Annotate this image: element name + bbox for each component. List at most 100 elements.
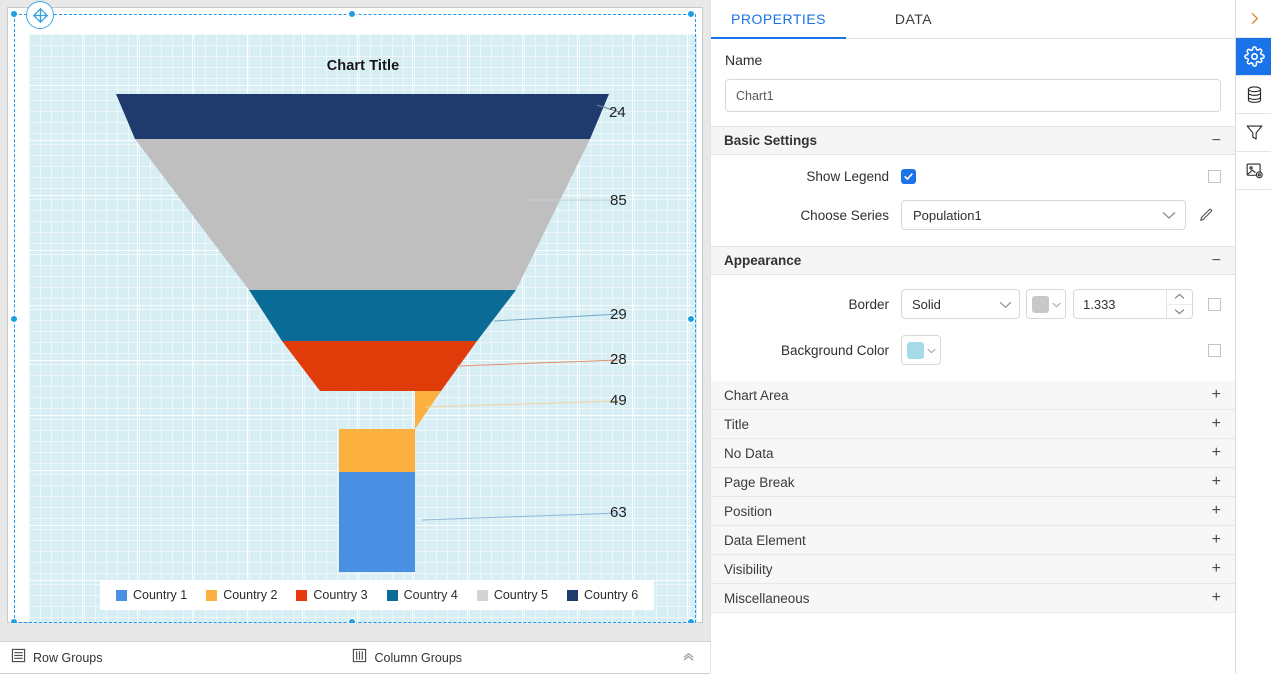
- legend-item[interactable]: Country 5: [476, 588, 549, 602]
- tab-data[interactable]: DATA: [846, 0, 981, 38]
- chart-legend[interactable]: Country 1 Country 2 Country 3 Country 4: [100, 580, 655, 610]
- border-style-value: Solid: [912, 296, 941, 312]
- border-expression-checkbox[interactable]: [1208, 297, 1221, 311]
- properties-panel: PROPERTIES DATA Name Basic Settings − Sh…: [710, 0, 1235, 674]
- legend-swatch-icon: [386, 589, 398, 601]
- expand-toggle-icon[interactable]: +: [1212, 416, 1221, 432]
- stepper-up-icon[interactable]: [1167, 290, 1192, 304]
- section-title: Basic Settings: [724, 133, 818, 148]
- chart-plot-area[interactable]: Chart Title 24 85 29 28 49 63 Country 1 …: [29, 34, 697, 626]
- funnel-segment-1[interactable]: [116, 94, 609, 139]
- move-icon[interactable]: [26, 1, 54, 29]
- funnel-segment-2[interactable]: [135, 139, 590, 290]
- selection-handle-top-right[interactable]: [687, 10, 695, 18]
- background-color-expression-checkbox[interactable]: [1208, 343, 1221, 357]
- legend-label: Country 1: [133, 588, 188, 602]
- tab-properties[interactable]: PROPERTIES: [711, 0, 846, 39]
- border-row: Border Solid: [725, 289, 1221, 319]
- legend-label: Country 6: [584, 588, 639, 602]
- section-title: Appearance: [724, 253, 802, 268]
- database-icon[interactable]: [1236, 76, 1271, 114]
- background-color-picker[interactable]: [901, 335, 941, 365]
- border-color-picker[interactable]: [1026, 289, 1066, 319]
- expand-toggle-icon[interactable]: +: [1212, 532, 1221, 548]
- funnel-segment-5[interactable]: [320, 391, 441, 472]
- groups-bar: Row Groups Column Groups: [0, 641, 710, 674]
- section-data-element[interactable]: Data Element +: [711, 526, 1235, 555]
- legend-swatch-icon: [476, 589, 488, 601]
- report-designer-canvas[interactable]: Chart Title 24 85 29 28 49 63 Country 1 …: [0, 0, 710, 674]
- section-miscellaneous[interactable]: Miscellaneous +: [711, 584, 1235, 613]
- legend-item[interactable]: Country 4: [386, 588, 458, 602]
- border-style-select[interactable]: Solid: [901, 289, 1020, 319]
- background-color-label: Background Color: [780, 342, 889, 358]
- legend-item[interactable]: Country 6: [567, 588, 638, 602]
- selection-handle-top-left[interactable]: [10, 10, 18, 18]
- section-label: Position: [724, 503, 773, 519]
- border-color-swatch: [1031, 295, 1049, 313]
- row-groups-button[interactable]: Row Groups: [11, 648, 102, 668]
- chevron-right-icon[interactable]: [1236, 0, 1271, 38]
- gear-icon[interactable]: [1236, 38, 1271, 76]
- design-surface[interactable]: Chart Title 24 85 29 28 49 63 Country 1 …: [7, 7, 703, 626]
- section-no-data[interactable]: No Data +: [711, 439, 1235, 468]
- collapse-toggle-icon[interactable]: −: [1212, 132, 1221, 149]
- section-label: Chart Area: [724, 387, 789, 403]
- border-width-input[interactable]: [1074, 290, 1166, 318]
- funnel-segment-3[interactable]: [249, 290, 516, 341]
- legend-label: Country 5: [493, 588, 549, 602]
- panel-tabs: PROPERTIES DATA: [711, 0, 1235, 39]
- column-groups-label: Column Groups: [374, 650, 463, 665]
- selection-handle-middle-left[interactable]: [10, 315, 18, 323]
- background-color-row: Background Color: [725, 335, 1221, 365]
- choose-series-row: Choose Series Population1: [725, 200, 1221, 230]
- stepper-down-icon[interactable]: [1167, 303, 1192, 319]
- section-label: No Data: [724, 445, 774, 461]
- choose-series-value: Population1: [913, 207, 982, 223]
- funnel-segment-4[interactable]: [282, 341, 477, 391]
- show-legend-label: Show Legend: [806, 169, 889, 184]
- selection-handle-top-center[interactable]: [348, 10, 356, 18]
- legend-item[interactable]: Country 1: [116, 588, 187, 602]
- choose-series-select[interactable]: Population1: [901, 200, 1186, 230]
- data-label-1: 24: [609, 104, 626, 121]
- selection-handle-middle-right[interactable]: [687, 315, 695, 323]
- designer-filler: [0, 623, 710, 641]
- expand-toggle-icon[interactable]: +: [1212, 590, 1221, 606]
- section-body-basic-settings: Show Legend Choose Series Population1: [711, 155, 1235, 246]
- data-label-3: 29: [610, 306, 627, 323]
- expand-toggle-icon[interactable]: +: [1212, 445, 1221, 461]
- expand-toggle-icon[interactable]: +: [1212, 561, 1221, 577]
- show-legend-checkbox[interactable]: [901, 169, 916, 184]
- row-groups-label: Row Groups: [33, 650, 103, 665]
- chevron-up-icon[interactable]: [681, 650, 696, 665]
- name-input[interactable]: [725, 79, 1221, 112]
- section-header-appearance[interactable]: Appearance −: [711, 246, 1235, 275]
- section-label: Data Element: [724, 532, 806, 548]
- section-chart-area[interactable]: Chart Area +: [711, 381, 1235, 410]
- section-position[interactable]: Position +: [711, 497, 1235, 526]
- border-width-stepper[interactable]: [1073, 289, 1193, 319]
- funnel-chart-graphic[interactable]: [29, 34, 697, 626]
- pencil-icon[interactable]: [1198, 207, 1215, 224]
- data-label-6: 63: [610, 504, 627, 521]
- stepper-buttons: [1166, 290, 1192, 318]
- section-header-basic-settings[interactable]: Basic Settings −: [711, 126, 1235, 155]
- image-settings-icon[interactable]: [1236, 152, 1271, 190]
- section-title[interactable]: Title +: [711, 410, 1235, 439]
- expand-toggle-icon[interactable]: +: [1212, 474, 1221, 490]
- legend-item[interactable]: Country 2: [206, 588, 277, 602]
- collapse-toggle-icon[interactable]: −: [1212, 252, 1221, 269]
- section-page-break[interactable]: Page Break +: [711, 468, 1235, 497]
- column-groups-button[interactable]: Column Groups: [352, 648, 462, 668]
- legend-label: Country 3: [313, 588, 368, 602]
- show-legend-expression-checkbox[interactable]: [1208, 170, 1221, 183]
- chevron-down-icon: [1162, 208, 1176, 223]
- legend-item[interactable]: Country 3: [296, 588, 368, 602]
- filter-funnel-icon[interactable]: [1236, 114, 1271, 152]
- section-visibility[interactable]: Visibility +: [711, 555, 1235, 584]
- funnel-segment-6[interactable]: [339, 472, 415, 572]
- expand-toggle-icon[interactable]: +: [1212, 503, 1221, 519]
- expand-toggle-icon[interactable]: +: [1212, 387, 1221, 403]
- chevron-down-icon: [1051, 295, 1061, 313]
